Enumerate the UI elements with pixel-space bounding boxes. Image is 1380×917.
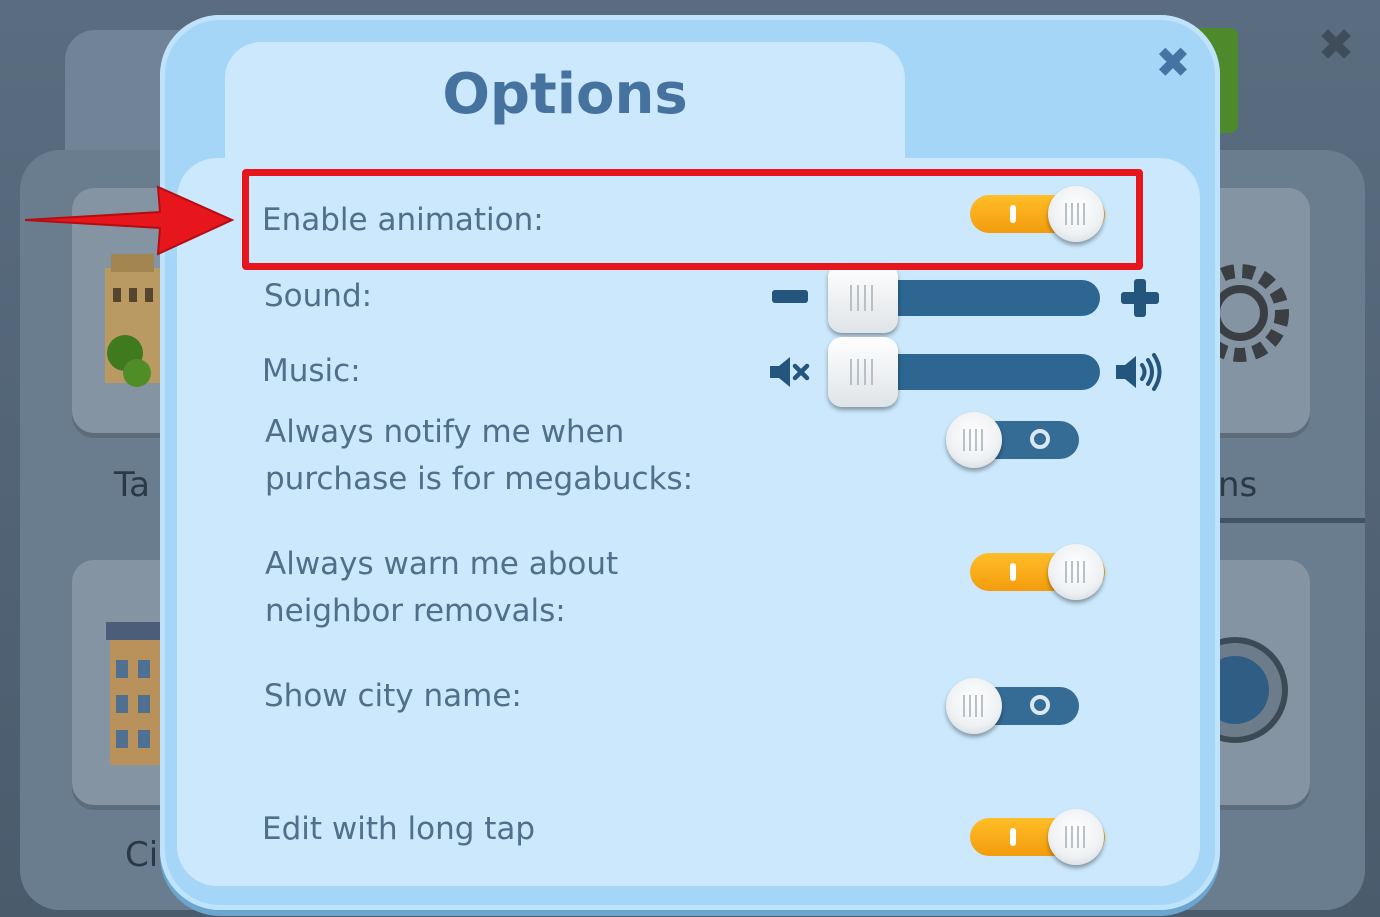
sound-label: Sound: [264,278,373,314]
off-indicator-icon [1030,695,1050,715]
music-slider[interactable] [828,337,1100,407]
music-label: Music: [262,353,361,389]
speaker-loud-icon[interactable] [1116,352,1164,392]
on-indicator-icon [1010,563,1016,581]
highlight-box [242,169,1143,270]
music-slider-thumb[interactable] [828,337,898,407]
notify-megabucks-label-line1: Always notify me when [265,414,625,450]
background-tile-label: Ci [125,835,159,875]
toggle-knob[interactable] [946,678,1002,734]
edit-long-tap-label: Edit with long tap [262,811,536,847]
show-city-name-label: Show city name: [264,678,522,714]
off-indicator-icon [1030,429,1050,449]
edit-long-tap-toggle[interactable] [970,809,1105,865]
background-close-icon: ✖ [1317,20,1355,71]
warn-neighbor-label-line2: neighbor removals: [265,593,566,629]
warn-neighbor-toggle[interactable] [970,544,1105,600]
dialog-title: Options [442,62,688,127]
toggle-knob[interactable] [1048,544,1104,600]
speaker-mute-icon[interactable] [770,356,812,388]
minus-icon[interactable] [772,288,810,306]
warn-neighbor-label-line1: Always warn me about [265,546,619,582]
background-tile-label: Ta [114,465,150,505]
sound-slider-thumb[interactable] [828,263,898,333]
toggle-knob[interactable] [946,412,1002,468]
show-city-name-toggle[interactable] [946,678,1107,734]
toggle-knob[interactable] [1048,809,1104,865]
background-divider [1220,518,1365,523]
background-tile-label: ns [1218,465,1258,505]
building-icon [105,254,160,387]
plus-icon[interactable] [1121,279,1159,317]
notify-megabucks-toggle[interactable] [946,412,1107,468]
notify-megabucks-label-line2: purchase is for megabucks: [265,461,694,497]
close-icon[interactable]: ✖ [1150,40,1196,86]
red-arrow-icon [25,185,235,256]
on-indicator-icon [1010,828,1016,846]
sound-slider[interactable] [828,263,1100,333]
